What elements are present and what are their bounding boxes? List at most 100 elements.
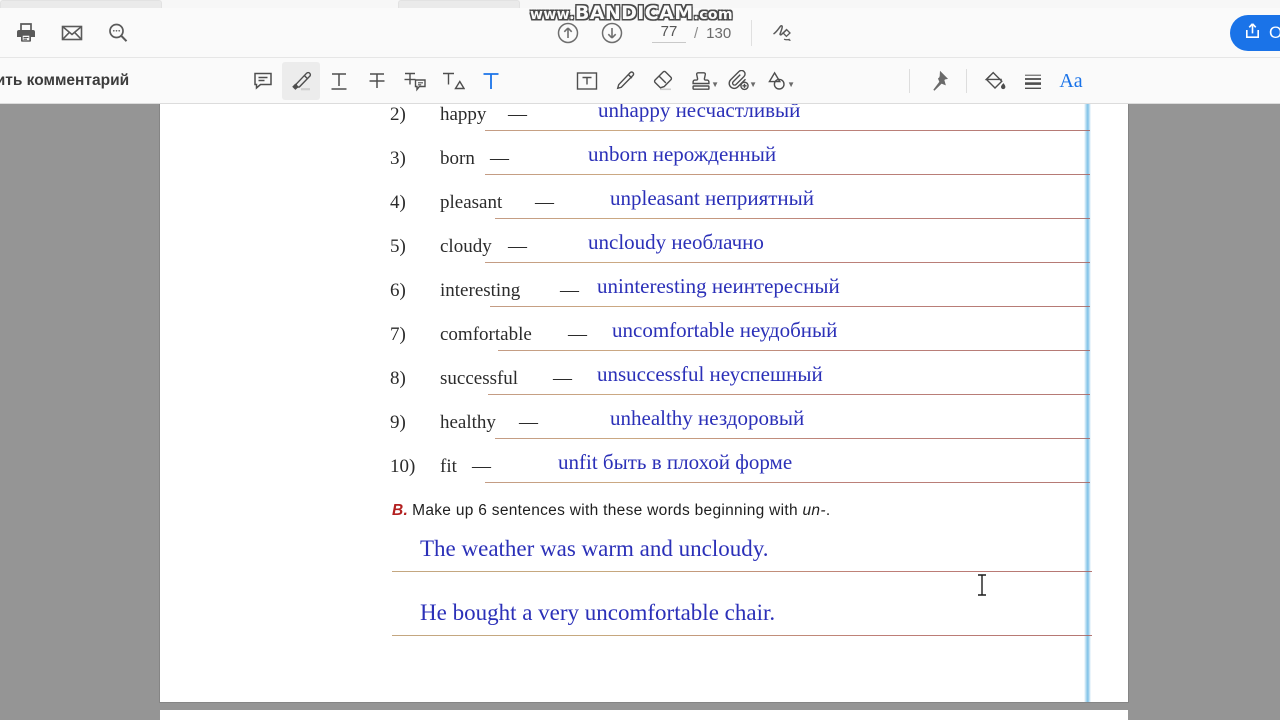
comment-icon[interactable]: [244, 62, 282, 100]
exercise-number: 6): [390, 280, 406, 301]
exercise-word: fit: [440, 456, 457, 477]
annotation-toolbar: бавить комментарий: [0, 58, 1280, 104]
insert-text-icon[interactable]: [434, 62, 472, 100]
exercise-dash: —: [519, 412, 538, 433]
replace-text-icon[interactable]: [396, 62, 434, 100]
exercise-number: 7): [390, 324, 406, 345]
exercise-number: 10): [390, 456, 416, 477]
exercise-word: successful: [440, 368, 519, 389]
stamp-icon[interactable]: ▼: [682, 62, 720, 100]
exercise-word: happy: [440, 104, 487, 125]
exercise-number: 5): [390, 236, 406, 257]
exercise-dash: —: [535, 192, 554, 213]
exercise-answer[interactable]: unhealthy нездоровый: [610, 406, 804, 431]
answer-sentence-text[interactable]: The weather was warm and uncloudy.: [420, 536, 769, 562]
answer-sentence-rule-line: [392, 635, 1092, 637]
section-b-marker: B.: [392, 502, 409, 519]
exercise-number: 8): [390, 368, 406, 389]
exercise-rule-line: [495, 218, 1090, 220]
exercise-word: healthy: [440, 412, 496, 433]
pin-icon[interactable]: [919, 62, 957, 100]
exercise-answer[interactable]: unfit быть в плохой форме: [558, 450, 792, 475]
exercise-row: 2) happy — unhappy несчастливый: [390, 104, 1090, 140]
pdf-next-page-sheet[interactable]: [160, 710, 1128, 720]
highlighter-icon[interactable]: [282, 62, 320, 100]
toolbar-divider: [751, 20, 753, 46]
exercise-number: 2): [390, 104, 406, 125]
exercise-answer[interactable]: uncloudy необлачно: [588, 230, 764, 255]
exercise-answer[interactable]: unsuccessful неуспешный: [597, 362, 823, 387]
previous-page-icon[interactable]: [548, 13, 588, 53]
attachment-dropdown-caret-icon[interactable]: ▼: [749, 80, 757, 89]
browser-tab-right[interactable]: [398, 0, 520, 8]
exercise-dash: —: [490, 148, 509, 169]
text-tool-icon[interactable]: [472, 62, 510, 100]
exercise-answer[interactable]: unborn нерожденный: [588, 142, 776, 167]
strikethrough-text-icon[interactable]: [358, 62, 396, 100]
next-page-icon[interactable]: [592, 13, 632, 53]
exercise-word: cloudy: [440, 236, 492, 257]
attachment-icon[interactable]: ▼: [720, 62, 758, 100]
exercise-rule-line: [498, 350, 1090, 352]
fill-color-icon[interactable]: [976, 62, 1014, 100]
line-weight-icon[interactable]: [1014, 62, 1052, 100]
tab-strip: [0, 0, 1280, 8]
exercise-answer[interactable]: unhappy несчастливый: [598, 104, 800, 123]
font-icon-label: Aa: [1059, 69, 1083, 92]
annotation-group-format: Aa: [900, 58, 1090, 104]
share-icon: [1243, 21, 1262, 45]
share-button[interactable]: Об: [1230, 15, 1280, 51]
textbox-icon[interactable]: [568, 62, 606, 100]
print-icon[interactable]: [6, 13, 46, 53]
exercise-word: born: [440, 148, 475, 169]
shapes-dropdown-caret-icon[interactable]: ▼: [787, 80, 795, 89]
exercise-answer[interactable]: unpleasant неприятный: [610, 186, 814, 211]
pencil-icon[interactable]: [606, 62, 644, 100]
browser-tab-left[interactable]: [0, 0, 162, 8]
section-b-instruction-text: Make up 6 sentences with these words beg…: [412, 502, 798, 519]
search-icon[interactable]: [98, 13, 138, 53]
stamp-dropdown-caret-icon[interactable]: ▼: [711, 80, 719, 89]
underline-text-icon[interactable]: [320, 62, 358, 100]
exercise-dash: —: [508, 236, 527, 257]
signature-icon[interactable]: [762, 13, 802, 53]
annotation-group-text: [244, 58, 510, 104]
section-b-instruction-period: .: [825, 502, 831, 519]
exercise-word: interesting: [440, 280, 521, 301]
exercise-row: 5) cloudy — uncloudy необлачно: [390, 228, 1090, 272]
add-comment-label: бавить комментарий: [0, 72, 130, 89]
exercise-answer[interactable]: uninteresting неинтересный: [597, 274, 840, 299]
exercise-rule-line: [485, 130, 1090, 132]
page-separator: /: [694, 24, 699, 42]
section-b: B. Make up 6 sentences with these words b…: [392, 502, 1092, 648]
answer-sentence-rule-line: [392, 571, 1092, 573]
exercise-number: 9): [390, 412, 406, 433]
exercise-row: 6) interesting — uninteresting неинтересный: [390, 272, 1090, 316]
toolbar-page-group: / 130: [548, 8, 802, 58]
answer-sentence-row: The weather was warm and uncloudy.: [392, 536, 1092, 584]
page-indicator: / 130: [642, 13, 741, 53]
shapes-icon[interactable]: ▼: [758, 62, 796, 100]
section-b-instruction-italic: un-: [802, 502, 826, 519]
exercise-rule-line: [490, 306, 1090, 308]
exercise-answer[interactable]: uncomfortable неудобный: [612, 318, 837, 343]
page-number-input[interactable]: [652, 23, 686, 43]
exercise-dash: —: [568, 324, 587, 345]
email-icon[interactable]: [52, 13, 92, 53]
toolbar-right-group: Об: [1230, 8, 1280, 58]
exercise-row: 7) comfortable — uncomfortable неудобный: [390, 316, 1090, 360]
exercise-rule-line: [485, 262, 1090, 264]
exercise-dash: —: [472, 456, 491, 477]
answer-sentence-text[interactable]: He bought a very uncomfortable chair.: [420, 600, 775, 626]
exercise-row: 8) successful — unsuccessful неуспешный: [390, 360, 1090, 404]
eraser-icon[interactable]: [644, 62, 682, 100]
section-b-instruction: B. Make up 6 sentences with these words b…: [392, 502, 1092, 520]
toolbar-left-group: [6, 8, 138, 58]
document-content: 2) happy — unhappy несчастливый 3) born — unbor…: [160, 104, 1128, 702]
exercise-list: 2) happy — unhappy несчастливый 3) born — unbor…: [390, 104, 1090, 492]
annotation-group-draw: ▼ ▼ ▼: [568, 58, 796, 104]
font-icon[interactable]: Aa: [1052, 62, 1090, 100]
answer-sentence-row: He bought a very uncomfortable chair.: [392, 600, 1092, 648]
exercise-row: 9) healthy — unhealthy нездоровый: [390, 404, 1090, 448]
pdf-viewer-window: 2) happy — unhappy несчастливый 3) born — unbor…: [0, 0, 1280, 720]
